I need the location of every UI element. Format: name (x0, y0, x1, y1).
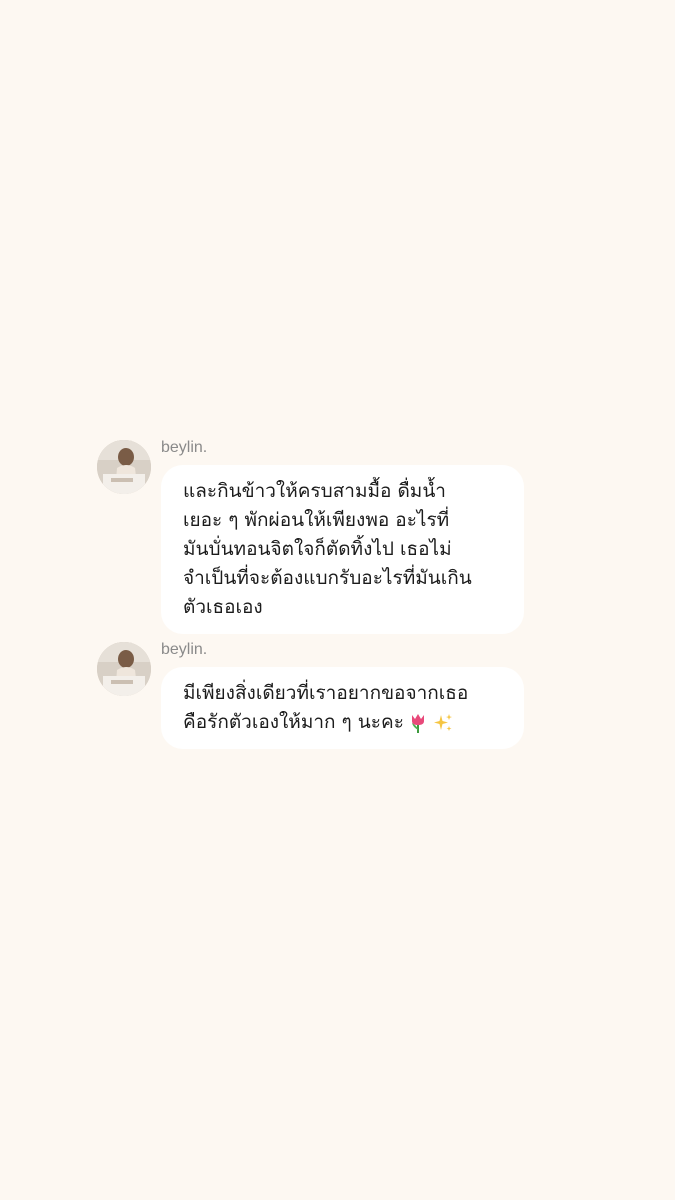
avatar-photo-icon (97, 440, 151, 494)
message-bubble[interactable]: และกินข้าวให้ครบสามมื้อ ดื่มน้ำ เยอะ ๆ พ… (161, 465, 524, 634)
message-line: เยอะ ๆ พักผ่อนให้เพียงพอ อะไรที่ (183, 509, 450, 531)
message-line: จำเป็นที่จะต้องแบกรับอะไรที่มันเกิน (183, 567, 472, 589)
message-line: ตัวเธอเอง (183, 596, 263, 618)
message-line: คือรักตัวเองให้มาก ๆ นะคะ (183, 711, 404, 733)
message-line: และกินข้าวให้ครบสามมื้อ ดื่มน้ำ (183, 480, 446, 502)
avatar-photo-icon (97, 642, 151, 696)
avatar[interactable] (97, 440, 151, 494)
message-line: มีเพียงสิ่งเดียวที่เราอยากขอจากเธอ (183, 682, 469, 704)
sender-name: beylin. (161, 439, 208, 456)
message-line: มันบั่นทอนจิตใจก็ตัดทิ้งไป เธอไม่ (183, 538, 452, 560)
avatar[interactable] (97, 642, 151, 696)
sparkles-icon (432, 712, 454, 734)
sender-name: beylin. (161, 641, 208, 658)
message-bubble[interactable]: มีเพียงสิ่งเดียวที่เราอยากขอจากเธอ คือรั… (161, 667, 524, 749)
message-line-with-emoji: คือรักตัวเองให้มาก ๆ นะคะ (183, 708, 504, 737)
tulip-icon (407, 712, 429, 734)
